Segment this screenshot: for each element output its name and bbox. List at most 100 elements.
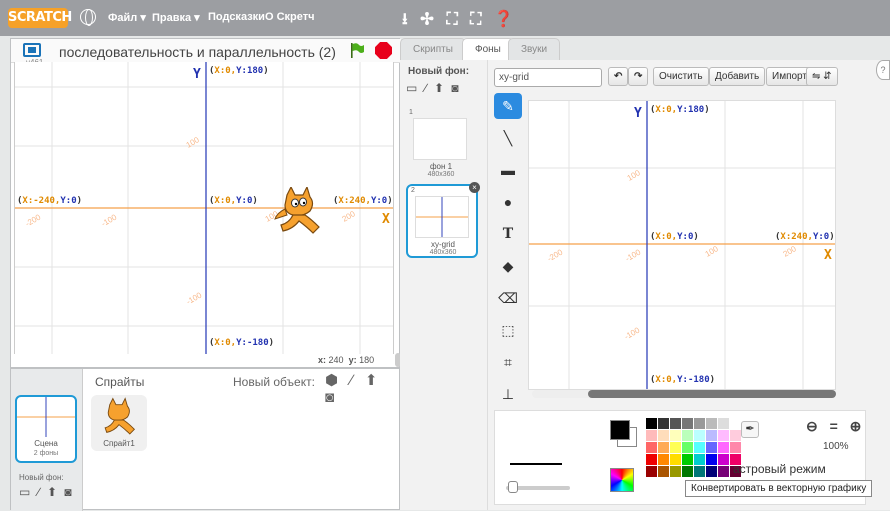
text-tool-icon[interactable]: T [494, 221, 522, 247]
color-swatch[interactable] [706, 466, 717, 477]
color-swatch[interactable] [694, 442, 705, 453]
stop-icon[interactable] [375, 42, 392, 59]
color-swatch[interactable] [670, 466, 681, 477]
tab-scripts[interactable]: Скрипты [400, 38, 466, 60]
fullscreen-icon[interactable] [23, 43, 41, 57]
color-swatch[interactable] [694, 430, 705, 441]
color-swatch[interactable] [658, 442, 669, 453]
color-swatch[interactable] [646, 430, 657, 441]
color-swatch[interactable] [718, 430, 729, 441]
menu-bar: SCRATCH Файл ▾ Правка ▾ Подсказки О Скре… [0, 0, 890, 36]
zoom-controls[interactable]: ⊖ = ⊕ [806, 418, 865, 435]
add-button[interactable]: Добавить [709, 67, 766, 86]
fill-tool-icon[interactable]: ◆ [494, 253, 522, 279]
color-swatch[interactable] [670, 430, 681, 441]
color-swatch[interactable] [682, 454, 693, 465]
color-swatch[interactable] [706, 442, 717, 453]
side-toggle-icon[interactable]: ? [876, 60, 890, 80]
backdrop-name-input[interactable] [494, 68, 602, 87]
color-swatch[interactable] [718, 442, 729, 453]
color-swatch[interactable] [730, 418, 741, 429]
backdrop-item-selected[interactable]: 2 xy-grid 480x360 × [406, 182, 480, 258]
cursor-tools-icons[interactable]: ⭳ ✢ ⛶ ⛶ ❓ [402, 8, 518, 35]
paint-center-label: (X:0,Y:0) [650, 232, 699, 242]
stamp-tool-icon[interactable]: ⊥ [494, 381, 522, 407]
undo-button[interactable]: ↶ [608, 67, 629, 86]
color-swatch[interactable] [694, 466, 705, 477]
language-globe-icon[interactable] [80, 9, 96, 26]
eyedropper-icon[interactable]: ✒ [741, 421, 759, 438]
sprite-name: Спрайт1 [103, 439, 135, 448]
color-swatch[interactable] [646, 442, 657, 453]
sprite-thumbnail[interactable]: Спрайт1 [91, 395, 147, 451]
scratch-logo[interactable]: SCRATCH [8, 8, 72, 28]
color-swatch[interactable] [682, 430, 693, 441]
color-swatch[interactable] [718, 466, 729, 477]
color-palette[interactable] [646, 418, 741, 477]
stage-backdrop-count: 2 фоны [33, 450, 59, 457]
paint-top-label: (X:0,Y:180) [650, 105, 710, 115]
line-tool-icon[interactable]: ╲ [494, 125, 522, 151]
tab-sounds[interactable]: Звуки [508, 38, 561, 60]
select-remove-tool-icon[interactable]: ⌗ [494, 349, 522, 375]
backdrop-list: Новый фон: ▭ ∕ ⬆ ◙ 1 фон 1 480x360 2 xy-… [400, 60, 488, 510]
menu-about[interactable]: О Скретч [265, 11, 315, 23]
color-swatch[interactable] [730, 430, 741, 441]
color-swatch[interactable] [694, 418, 705, 429]
color-swatch[interactable] [646, 466, 657, 477]
new-backdrop-label: Новый фон: [408, 66, 470, 77]
color-swatch[interactable] [646, 418, 657, 429]
stage-left-label: (X:-240,Y:0) [17, 196, 83, 206]
color-swatch[interactable] [658, 430, 669, 441]
select-tool-icon[interactable]: ⬚ [494, 317, 522, 343]
color-swatch[interactable] [658, 466, 669, 477]
color-swatch[interactable] [670, 454, 681, 465]
menu-edit[interactable]: Правка ▾ [152, 11, 200, 24]
ellipse-tool-icon[interactable]: ● [494, 189, 522, 215]
project-title[interactable]: последовательность и параллельность (2) [59, 44, 336, 60]
color-swatch[interactable] [670, 418, 681, 429]
color-swatch[interactable] [682, 418, 693, 429]
color-swatch[interactable] [670, 442, 681, 453]
cat-sprite[interactable] [273, 187, 325, 235]
stage-y-axis-letter: Y [193, 67, 201, 82]
color-swatch[interactable] [646, 454, 657, 465]
color-swatch[interactable] [730, 442, 741, 453]
redo-button[interactable]: ↷ [628, 67, 649, 86]
color-swatch[interactable] [706, 418, 717, 429]
stage-canvas[interactable]: Y X (X:0,Y:180) (X:0,Y:-180) (X:-240,Y:0… [14, 62, 394, 354]
raster-mode-label: астровый режим [733, 462, 826, 476]
brush-tool-icon[interactable]: ✎ [494, 93, 522, 119]
color-swatch[interactable] [718, 418, 729, 429]
mouse-coordinates: x: 240 y: 180 [318, 355, 375, 365]
color-swatch[interactable] [718, 454, 729, 465]
color-picker-icon[interactable] [610, 468, 634, 492]
color-swatch[interactable] [682, 466, 693, 477]
menu-file[interactable]: Файл ▾ [108, 11, 146, 24]
new-backdrop-icons[interactable]: ▭ ∕ ⬆ ◙ [406, 81, 461, 95]
line-width-knob[interactable] [508, 481, 518, 493]
stage-thumbnail[interactable]: Сцена 2 фоны [15, 395, 77, 463]
tab-backdrops[interactable]: Фоны [462, 38, 514, 61]
color-swatch[interactable] [706, 454, 717, 465]
menu-tips[interactable]: Подсказки [208, 11, 265, 23]
color-swatch[interactable] [706, 430, 717, 441]
color-swatch[interactable] [682, 442, 693, 453]
green-flag-icon[interactable] [349, 42, 365, 58]
color-swatch[interactable] [694, 454, 705, 465]
eraser-tool-icon[interactable]: ⌫ [494, 285, 522, 311]
clear-button[interactable]: Очистить [653, 67, 709, 86]
paint-canvas[interactable]: Y X (X:0,Y:180) (X:0,Y:0) (X:240,Y:0) (X… [528, 100, 836, 390]
canvas-scrollbar[interactable] [532, 390, 836, 398]
paint-x-axis-letter: X [824, 248, 832, 263]
new-sprite-icons[interactable]: ⬢ ∕ ⬆ ◙ [325, 371, 399, 406]
color-swatch[interactable] [658, 454, 669, 465]
backdrop-item[interactable]: 1 фон 1 480x360 [406, 108, 478, 182]
color-swatch[interactable] [658, 418, 669, 429]
new-backdrop-icons[interactable]: ▭ ∕ ⬆ ◙ [19, 485, 74, 499]
primary-color-swatch[interactable] [610, 420, 630, 440]
rectangle-tool-icon[interactable]: ▬ [494, 157, 522, 183]
delete-backdrop-icon[interactable]: × [469, 182, 480, 193]
new-sprite-label: Новый объект: [233, 375, 315, 389]
flip-icons[interactable]: ⇋ ⇵ [806, 67, 838, 86]
